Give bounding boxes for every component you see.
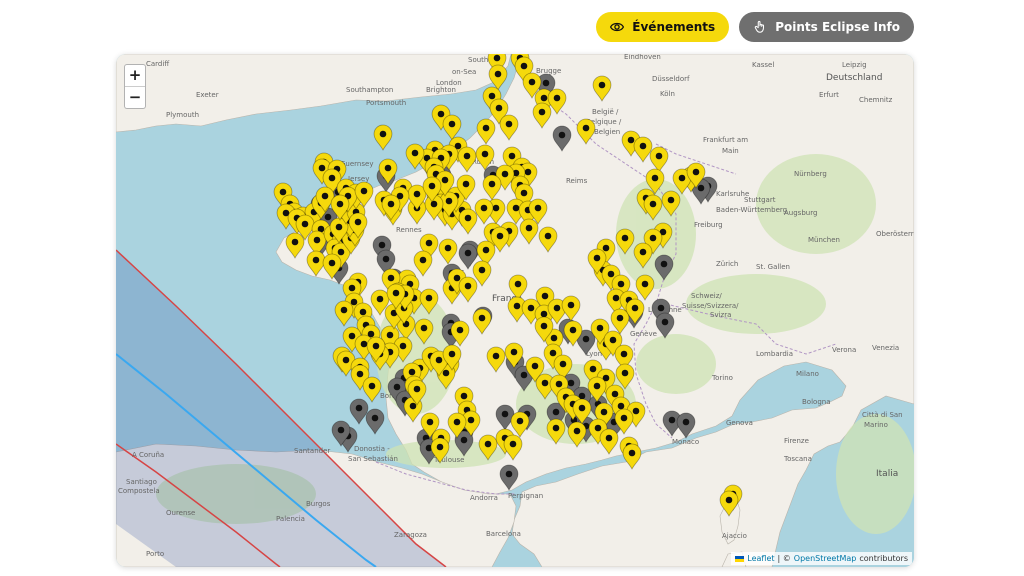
attribution-separator: | ©	[777, 554, 791, 563]
hand-pointer-icon	[754, 20, 765, 33]
place-label: Toscana	[783, 455, 812, 463]
place-label: Reims	[566, 177, 588, 185]
place-label: Santander	[294, 447, 330, 455]
ukraine-flag-icon	[735, 555, 745, 562]
place-label: Cardiff	[146, 60, 169, 68]
place-label: Santiago	[126, 478, 157, 486]
attribution-contributors: contributors	[859, 554, 908, 563]
place-label: Genève	[630, 330, 657, 338]
place-label: Bologna	[802, 398, 830, 406]
place-label: Leipzig	[842, 61, 867, 69]
place-label: Zaragoza	[394, 531, 427, 539]
place-label: Erfurt	[819, 91, 839, 99]
map-container[interactable]: Cardiff Southend-on-Sea Brugge Eindhoven Kas…	[116, 54, 914, 567]
place-label: St. Gallen	[756, 263, 790, 271]
map-attribution: Leaflet | © OpenStreetMap contributors	[731, 552, 912, 565]
place-label: Palencia	[276, 515, 305, 523]
place-label: Monaco	[672, 438, 699, 446]
place-label: Perpignan	[508, 492, 543, 500]
place-label: Genova	[726, 419, 753, 427]
place-label: Schweiz/	[691, 292, 722, 300]
place-label: Augsburg	[784, 209, 817, 217]
map-toolbar: Événements Points Eclipse Info	[596, 12, 914, 42]
place-label: Eindhoven	[624, 54, 661, 61]
place-label: Burgos	[306, 500, 331, 508]
map-canvas[interactable]: Cardiff Southend-on-Sea BruggeEindhovenKas…	[116, 54, 914, 567]
place-label: Stuttgart	[744, 196, 776, 204]
place-label: Milano	[796, 370, 819, 378]
place-label: on-Sea	[452, 68, 476, 76]
osm-link[interactable]: OpenStreetMap	[794, 552, 857, 565]
place-label: België /	[592, 108, 619, 116]
place-label: Andorra	[470, 494, 498, 502]
place-label: Kassel	[752, 61, 774, 69]
place-label: Verona	[832, 346, 856, 354]
place-label: Köln	[660, 90, 675, 98]
place-label: Rennes	[396, 226, 422, 234]
place-label: Torino	[711, 374, 733, 382]
place-label: A Coruña	[132, 451, 164, 459]
place-label: Baden-Württemberg	[716, 206, 787, 214]
place-label: Brugge	[536, 67, 561, 75]
place-label: Southampton	[346, 86, 393, 94]
place-label: Oberösterreich	[876, 230, 914, 238]
place-label: Main	[722, 147, 739, 155]
place-label: Chemnitz	[859, 96, 893, 104]
place-label: San Sebastián	[348, 455, 398, 463]
place-label: Ajaccio	[722, 532, 747, 540]
place-label: Donostia -	[354, 445, 390, 453]
place-label: Nürnberg	[794, 170, 827, 178]
place-label: Barcelona	[486, 530, 521, 538]
eclipse-points-button-label: Points Eclipse Info	[775, 20, 900, 34]
place-label: Città di San	[862, 411, 903, 419]
eclipse-points-button[interactable]: Points Eclipse Info	[739, 12, 914, 42]
zoom-in-button[interactable]: +	[125, 65, 145, 86]
place-label: Plymouth	[166, 111, 199, 119]
leaflet-link[interactable]: Leaflet	[747, 552, 774, 565]
place-label: Frankfurt am	[703, 136, 748, 144]
place-label: Suisse/Svizzera/	[682, 302, 739, 310]
eye-icon	[610, 22, 625, 32]
events-button-label: Événements	[632, 20, 716, 34]
place-label: Freiburg	[694, 221, 723, 229]
place-label: Firenze	[784, 437, 809, 445]
place-label: Portsmouth	[366, 99, 406, 107]
place-label: Ourense	[166, 509, 195, 517]
place-label: Svizra	[710, 311, 731, 319]
place-label: Lombardia	[756, 350, 793, 358]
zoom-out-button[interactable]: −	[125, 86, 145, 108]
place-label: Italia	[876, 469, 898, 479]
place-label: Exeter	[196, 91, 219, 99]
place-label: Brighton	[426, 86, 456, 94]
events-button[interactable]: Événements	[596, 12, 730, 42]
place-label: Belgien	[594, 128, 620, 136]
place-label: Deutschland	[826, 73, 882, 83]
zoom-control: + −	[124, 64, 146, 109]
place-label: München	[808, 236, 840, 244]
place-label: Düsseldorf	[652, 75, 690, 83]
place-label: Zürich	[716, 260, 738, 268]
place-label: Porto	[146, 550, 164, 558]
place-label: Marino	[864, 421, 888, 429]
place-label: Venezia	[872, 344, 899, 352]
place-label: Compostela	[118, 487, 160, 495]
